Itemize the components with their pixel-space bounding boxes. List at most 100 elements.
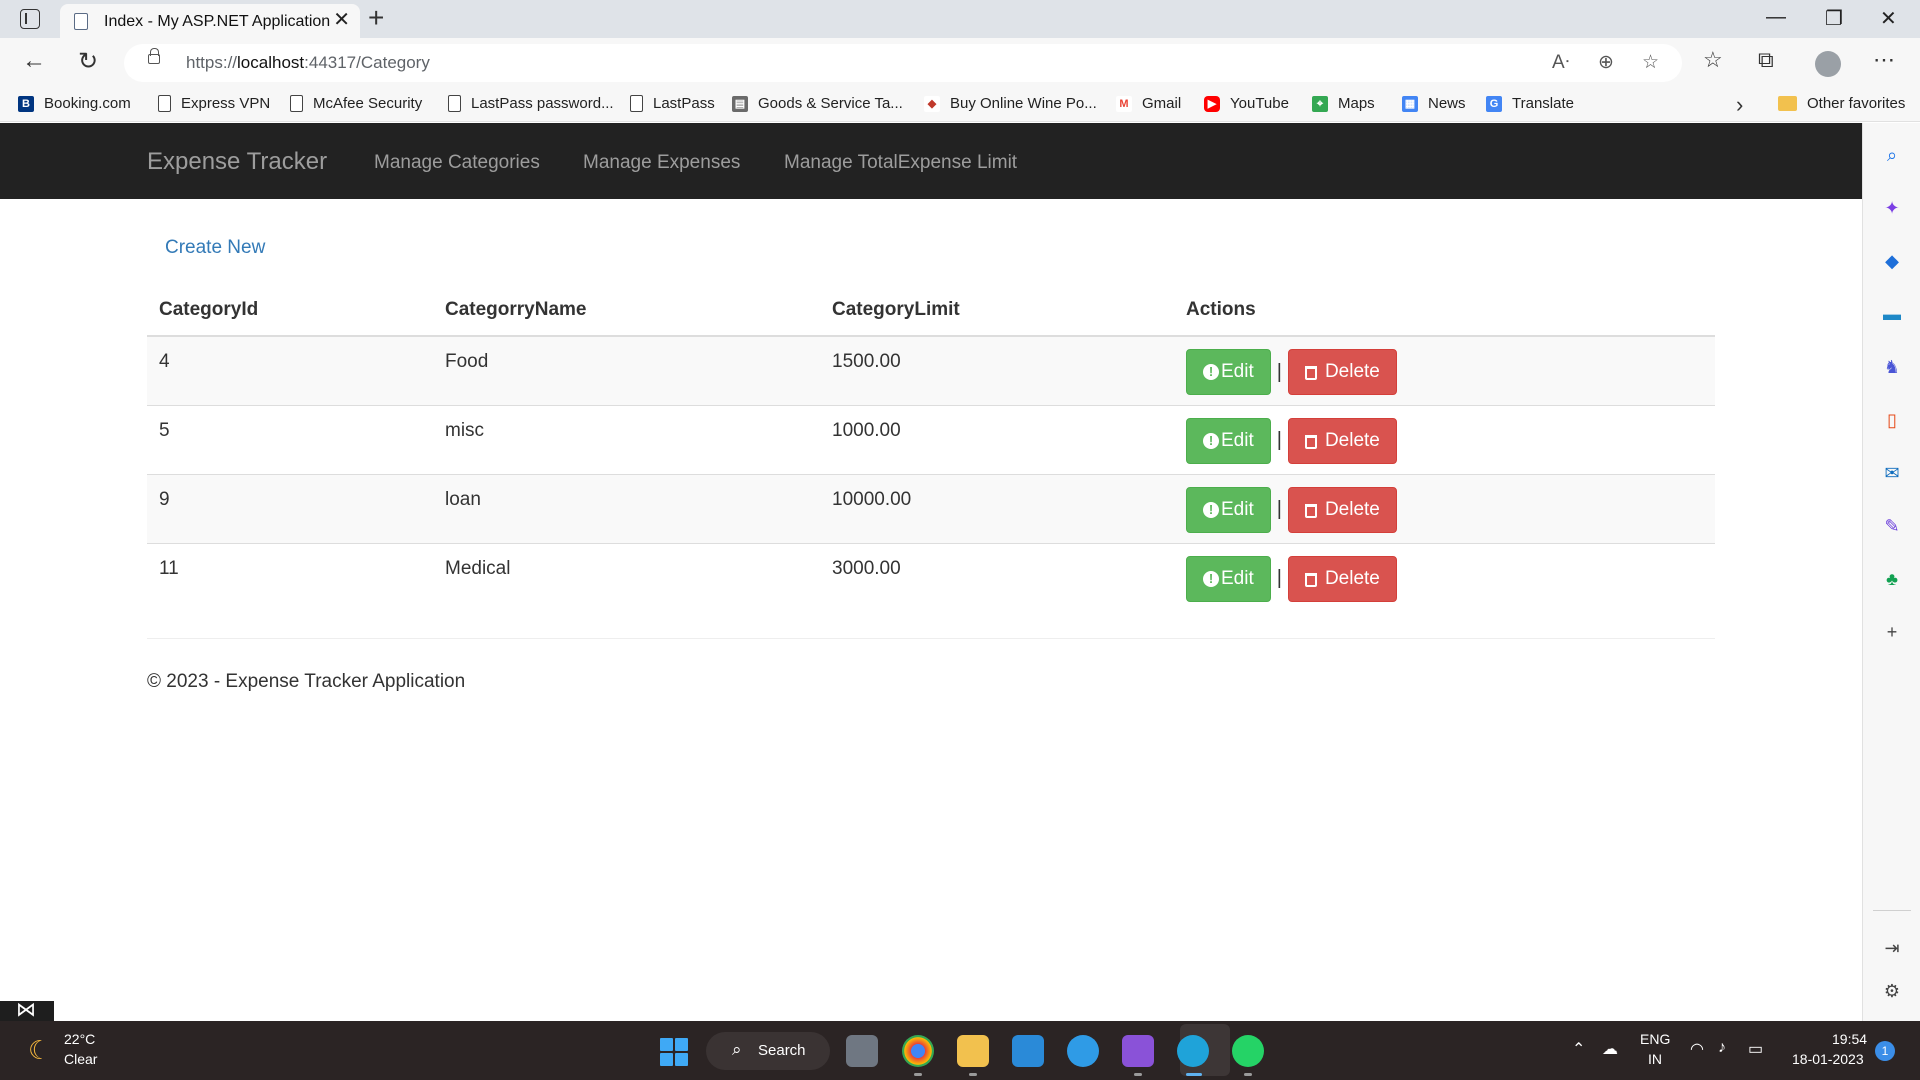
hide-sidebar-icon[interactable]: ⇥ <box>1882 938 1902 958</box>
outlook-icon[interactable]: ✉ <box>1882 463 1902 483</box>
chrome-icon[interactable] <box>902 1035 934 1067</box>
delete-button[interactable]: Delete <box>1287 417 1397 464</box>
browser-tab-bar: Index - My ASP.NET Application ✕ + — ❐ ✕ <box>0 0 1920 38</box>
language-indicator[interactable]: ENG <box>1640 1031 1670 1047</box>
other-favorites[interactable]: Other favorites <box>1778 95 1905 112</box>
edit-button[interactable]: ! Edit <box>1186 349 1271 395</box>
edit-button[interactable]: ! Edit <box>1186 417 1271 464</box>
favorite-translate[interactable]: G Translate <box>1486 95 1574 112</box>
show-hidden-icons-chevron-icon[interactable]: ⌃ <box>1572 1039 1585 1059</box>
back-button[interactable]: ← <box>22 47 46 75</box>
favorite-news[interactable]: ▦ News <box>1402 95 1466 112</box>
tree-icon[interactable]: ♣ <box>1882 569 1902 589</box>
clock-time[interactable]: 19:54 <box>1832 1031 1867 1047</box>
moon-weather-icon[interactable]: ☾ <box>28 1035 51 1066</box>
minimize-button[interactable]: — <box>1766 6 1786 29</box>
new-tab-button[interactable]: + <box>368 2 384 34</box>
category-id-cell: 4 <box>147 335 433 405</box>
nav-manage-expenses[interactable]: Manage Expenses <box>583 152 740 174</box>
favorite-expressvpn[interactable]: Express VPN <box>158 95 270 112</box>
gmail-icon: M <box>1116 95 1132 112</box>
tools-icon[interactable]: ▬ <box>1882 304 1902 324</box>
favorite-maps[interactable]: ⌖ Maps <box>1312 95 1375 112</box>
profile-avatar[interactable] <box>1815 51 1841 77</box>
battery-icon[interactable]: ▭ <box>1748 1039 1763 1059</box>
create-new-link[interactable]: Create New <box>165 237 265 259</box>
delete-button[interactable]: Delete <box>1287 486 1397 533</box>
tab-close-icon[interactable]: ✕ <box>333 9 350 31</box>
address-bar[interactable]: https://localhost:44317/Category Aᐧ ⊕ ☆ <box>124 44 1682 82</box>
visual-studio-badge-icon[interactable] <box>0 997 54 1022</box>
favorites-icon[interactable]: ☆ <box>1703 47 1723 73</box>
favorite-lastpass-password[interactable]: LastPass password... <box>448 95 614 112</box>
office-icon[interactable]: ▯ <box>1882 410 1902 430</box>
action-separator: | <box>1276 429 1282 451</box>
brand-link[interactable]: Expense Tracker <box>147 148 327 176</box>
table-row: 11 Medical 3000.00 ! Edit | Delete <box>147 542 1715 612</box>
nav-manage-totalexpense-limit[interactable]: Manage TotalExpense Limit <box>784 152 1017 174</box>
taskbar-search[interactable]: ⌕ Search <box>706 1032 830 1070</box>
help-icon[interactable] <box>1067 1035 1099 1067</box>
visual-studio-icon[interactable] <box>1122 1035 1154 1067</box>
edge-icon[interactable] <box>1177 1035 1209 1067</box>
vscode-icon[interactable] <box>1012 1035 1044 1067</box>
shopping-icon[interactable]: ◆ <box>1882 251 1902 271</box>
designer-icon[interactable]: ✎ <box>1882 516 1902 536</box>
whatsapp-icon[interactable] <box>1232 1035 1264 1067</box>
favorite-gmail[interactable]: M Gmail <box>1116 95 1181 112</box>
read-aloud-icon[interactable]: Aᐧ <box>1552 51 1570 74</box>
notification-badge[interactable]: 1 <box>1875 1041 1895 1061</box>
games-icon[interactable]: ♞ <box>1882 357 1902 377</box>
favorite-wine[interactable]: ◆ Buy Online Wine Po... <box>924 95 1097 112</box>
delete-button[interactable]: Delete <box>1287 349 1397 395</box>
windows-taskbar: ☾ 22°C Clear ⌕ Search ⌃ ☁ ENG IN ◠ ♪ ▭ 1… <box>0 1021 1920 1080</box>
table-header-row: CategoryId CategorryName CategoryLimit A… <box>147 284 1715 337</box>
favorite-mcafee[interactable]: McAfee Security <box>290 95 422 112</box>
window-close-button[interactable]: ✕ <box>1880 6 1897 31</box>
tab-actions-icon[interactable] <box>20 9 40 29</box>
weather-temperature[interactable]: 22°C <box>64 1031 95 1047</box>
edit-button[interactable]: ! Edit <box>1186 555 1271 602</box>
weather-condition[interactable]: Clear <box>64 1051 97 1067</box>
file-explorer-icon[interactable] <box>957 1035 989 1067</box>
translate-icon: G <box>1486 95 1502 112</box>
collections-icon[interactable]: ⧉ <box>1758 47 1774 73</box>
restore-button[interactable]: ❐ <box>1825 6 1843 31</box>
volume-icon[interactable]: ♪ <box>1718 1039 1726 1057</box>
favorite-booking[interactable]: B Booking.com <box>18 95 131 112</box>
favorite-gst[interactable]: ▤ Goods & Service Ta... <box>732 95 903 112</box>
url-text[interactable]: https://localhost:44317/Category <box>186 53 430 73</box>
search-icon[interactable]: ⌕ <box>1882 145 1902 165</box>
wifi-icon[interactable]: ◠ <box>1690 1039 1704 1059</box>
running-indicator <box>914 1073 922 1076</box>
task-view-icon[interactable] <box>846 1035 878 1067</box>
onedrive-cloud-icon[interactable]: ☁ <box>1602 1039 1618 1059</box>
lock-icon[interactable] <box>148 48 160 64</box>
category-name-cell: Medical <box>433 542 820 612</box>
windows-start-icon[interactable] <box>660 1038 688 1066</box>
actions-cell: ! Edit | Delete <box>1174 404 1715 474</box>
category-id-cell: 5 <box>147 404 433 474</box>
nav-manage-categories[interactable]: Manage Categories <box>374 152 540 174</box>
page-icon <box>158 95 171 112</box>
add-favorite-icon[interactable]: ☆ <box>1642 51 1659 74</box>
column-header: CategoryLimit <box>820 284 1174 337</box>
zoom-icon[interactable]: ⊕ <box>1598 51 1614 74</box>
delete-button[interactable]: Delete <box>1287 555 1397 602</box>
language-region[interactable]: IN <box>1648 1051 1662 1067</box>
chevron-right-icon[interactable]: › <box>1736 92 1743 118</box>
browser-tab[interactable]: Index - My ASP.NET Application ✕ <box>60 4 360 38</box>
reload-button[interactable]: ↻ <box>78 47 98 76</box>
trash-icon <box>1304 366 1317 380</box>
settings-gear-icon[interactable]: ⚙ <box>1882 981 1902 1001</box>
sidebar-divider <box>1873 910 1911 911</box>
favorite-lastpass[interactable]: LastPass <box>630 95 715 112</box>
more-menu-icon[interactable]: ⋯ <box>1873 47 1895 73</box>
clock-date[interactable]: 18-01-2023 <box>1792 1051 1864 1067</box>
add-icon[interactable]: + <box>1882 622 1902 642</box>
favorite-youtube[interactable]: ▶ YouTube <box>1204 95 1289 112</box>
edit-button[interactable]: ! Edit <box>1186 486 1271 533</box>
copilot-icon[interactable]: ✦ <box>1882 198 1902 218</box>
exclamation-circle-icon: ! <box>1203 432 1219 449</box>
actions-cell: ! Edit | Delete <box>1174 335 1715 405</box>
